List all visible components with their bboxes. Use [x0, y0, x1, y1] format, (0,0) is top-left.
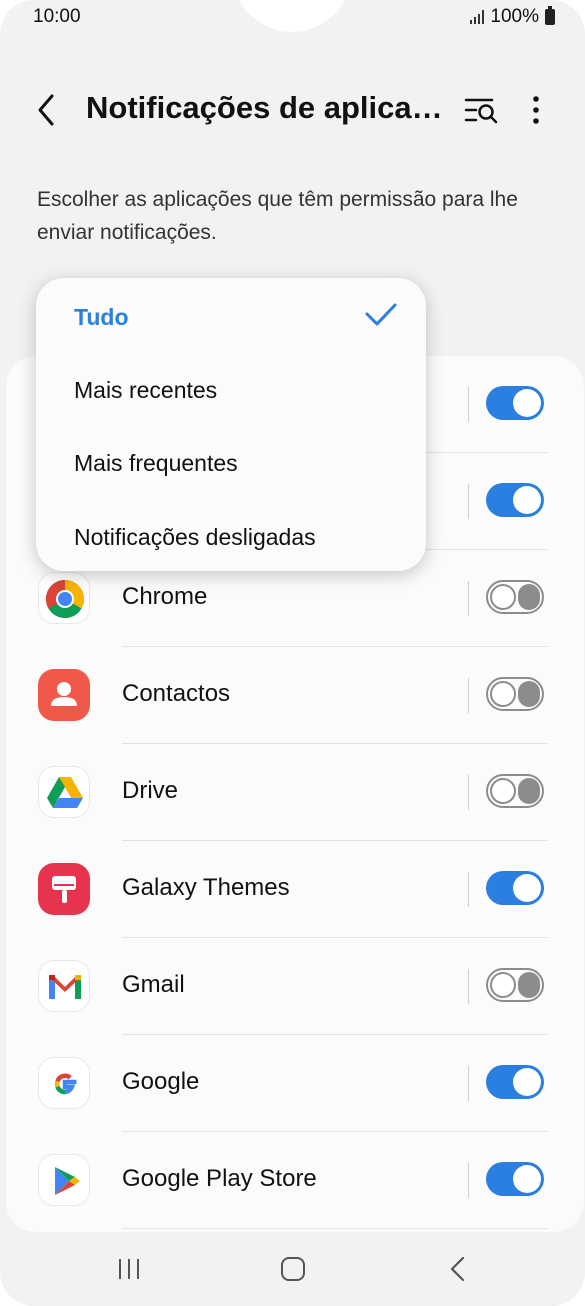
app-name: Contactos — [122, 680, 231, 707]
phone-screen: 10:00 100% Notificações de aplicaç… Esco… — [0, 0, 585, 1306]
app-name: Gmail — [122, 971, 185, 998]
gmail-icon — [38, 960, 90, 1012]
dropdown-item-notificacoes-desligadas[interactable]: Notificações desligadas — [74, 524, 316, 551]
app-name: Galaxy Themes — [122, 874, 290, 901]
app-name: Chrome — [122, 583, 208, 610]
notification-toggle[interactable] — [486, 483, 544, 517]
dropdown-item-tudo[interactable]: Tudo — [74, 304, 129, 331]
galaxy-themes-icon — [38, 863, 90, 915]
list-item-contactos[interactable]: Contactos — [6, 647, 584, 744]
list-item-google[interactable]: Google — [6, 1035, 584, 1132]
dropdown-item-mais-frequentes[interactable]: Mais frequentes — [74, 450, 238, 477]
navigation-bar — [0, 1240, 585, 1300]
row-separator — [468, 581, 469, 616]
signal-icon — [470, 10, 485, 24]
chrome-icon — [38, 572, 90, 624]
dropdown-item-mais-recentes[interactable]: Mais recentes — [74, 377, 217, 404]
notification-toggle[interactable] — [486, 1065, 544, 1099]
notification-toggle[interactable] — [486, 774, 544, 808]
notification-toggle[interactable] — [486, 1162, 544, 1196]
home-icon[interactable] — [273, 1254, 313, 1284]
play-store-icon — [38, 1154, 90, 1206]
row-separator — [468, 1066, 469, 1101]
row-separator — [468, 1163, 469, 1198]
page-description: Escolher as aplicações que têm permissão… — [37, 188, 518, 244]
filter-dropdown-menu: Tudo Mais recentes Mais frequentes Notif… — [36, 278, 426, 571]
list-item-gmail[interactable]: Gmail — [6, 938, 584, 1035]
checkmark-icon — [365, 303, 397, 326]
app-name: Google — [122, 1068, 200, 1095]
status-bar: 10:00 100% — [0, 0, 585, 36]
row-separator — [468, 969, 469, 1004]
battery-icon — [545, 6, 555, 25]
status-right: 100% — [470, 6, 555, 28]
row-divider — [122, 1228, 548, 1229]
google-icon — [38, 1057, 90, 1109]
back-nav-icon[interactable] — [438, 1254, 478, 1284]
drive-icon — [38, 766, 90, 818]
search-filter-icon[interactable] — [462, 92, 502, 128]
back-arrow-icon[interactable] — [30, 90, 66, 130]
app-bar: Notificações de aplicaç… — [0, 80, 585, 140]
row-separator — [468, 872, 469, 907]
status-time: 10:00 — [33, 6, 81, 27]
row-separator — [468, 678, 469, 713]
recent-apps-icon[interactable] — [109, 1254, 149, 1284]
row-separator — [468, 775, 469, 810]
notification-toggle[interactable] — [486, 968, 544, 1002]
list-item-galaxy-themes[interactable]: Galaxy Themes — [6, 841, 584, 938]
row-separator — [468, 387, 469, 422]
app-name: Drive — [122, 777, 179, 804]
list-item-drive[interactable]: Drive — [6, 744, 584, 841]
app-name: Google Play Store — [122, 1165, 317, 1192]
notification-toggle[interactable] — [486, 677, 544, 711]
contacts-icon — [38, 669, 90, 721]
notification-toggle[interactable] — [486, 580, 544, 614]
list-item-google-play-store[interactable]: Google Play Store — [6, 1132, 584, 1229]
more-options-icon[interactable] — [522, 92, 550, 128]
battery-percent: 100% — [490, 6, 539, 27]
row-separator — [468, 484, 469, 519]
notification-toggle[interactable] — [486, 871, 544, 905]
page-title: Notificações de aplicaç… — [86, 90, 456, 125]
notification-toggle[interactable] — [486, 386, 544, 420]
